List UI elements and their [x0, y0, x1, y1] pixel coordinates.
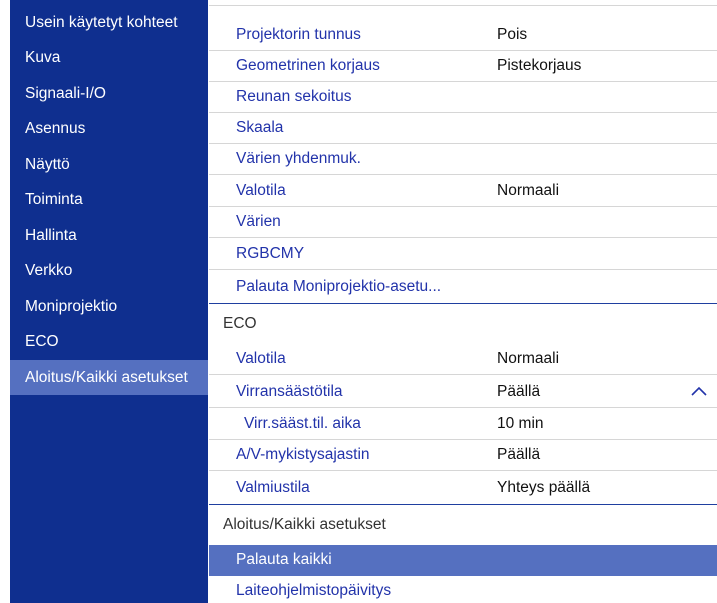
menu-row-scale[interactable]: Skaala — [209, 113, 717, 144]
row-label: Valmiustila — [236, 479, 310, 496]
row-value: Pistekorjaus — [497, 57, 582, 74]
chevron-up-icon[interactable] — [689, 382, 709, 402]
row-label: Valotila — [236, 350, 286, 367]
row-label: Valotila — [236, 182, 286, 199]
sidebar-item-image[interactable]: Kuva — [10, 40, 208, 75]
menu-row-reset-multi-projection[interactable]: Palauta Moniprojektio-asetu... — [209, 272, 717, 303]
row-label: Palauta kaikki — [236, 551, 332, 568]
menu-row-eco-light-mode[interactable]: Valotila Normaali — [209, 344, 717, 375]
menu-row-color-matching[interactable]: Värien yhdenmuk. — [209, 144, 717, 175]
sidebar-item-operation[interactable]: Toiminta — [10, 182, 208, 217]
row-label: Reunan sekoitus — [236, 88, 352, 105]
clipped-section-header — [209, 0, 717, 6]
menu-row-av-mute-timer[interactable]: A/V-mykistysajastin Päällä — [209, 440, 717, 471]
row-label: Virransäästötila — [236, 383, 343, 400]
row-label: Geometrinen korjaus — [236, 57, 380, 74]
section-header-initial-all-settings: Aloitus/Kaikki asetukset — [209, 504, 717, 545]
section-title: ECO — [223, 315, 257, 332]
menu-row-geometry-correction[interactable]: Geometrinen korjaus Pistekorjaus — [209, 51, 717, 82]
row-label: Projektorin tunnus — [236, 26, 361, 43]
sidebar-item-display[interactable]: Näyttö — [10, 147, 208, 182]
sidebar-item-signal-io[interactable]: Signaali-I/O — [10, 76, 208, 111]
row-value: Päällä — [497, 446, 541, 463]
sidebar-item-multi-projection[interactable]: Moniprojektio — [10, 289, 208, 324]
menu-row-standby-mode[interactable]: Valmiustila Yhteys päällä — [209, 473, 717, 504]
row-value: Päällä — [497, 383, 541, 400]
menu-row-sleep-mode-time[interactable]: Virr.sääst.til. aika 10 min — [209, 409, 717, 440]
row-value: Normaali — [497, 182, 560, 199]
sidebar-item-frequently-used[interactable]: Usein käytetyt kohteet — [10, 5, 208, 40]
menu-row-firmware-update[interactable]: Laiteohjelmistopäivitys — [209, 576, 717, 603]
menu-row-sleep-mode[interactable]: Virransäästötila Päällä — [209, 377, 717, 408]
section-title: Aloitus/Kaikki asetukset — [223, 516, 386, 533]
row-value: 10 min — [497, 415, 544, 432]
section-header-eco: ECO — [209, 303, 717, 344]
settings-panel: Projektorin tunnus Pois Geometrinen korj… — [209, 0, 717, 603]
menu-row-colors[interactable]: Värien — [209, 207, 717, 238]
row-label: Laiteohjelmistopäivitys — [236, 582, 392, 599]
menu-row-reset-all[interactable]: Palauta kaikki — [209, 545, 717, 576]
menu-row-edge-blending[interactable]: Reunan sekoitus — [209, 82, 717, 113]
row-label: Värien yhdenmuk. — [236, 150, 361, 167]
sidebar-item-management[interactable]: Hallinta — [10, 218, 208, 253]
row-label: RGBCMY — [236, 245, 305, 262]
sidebar-item-initial-all-settings[interactable]: Aloitus/Kaikki asetukset — [10, 360, 208, 395]
row-value: Yhteys päällä — [497, 479, 591, 496]
row-label: Palauta Moniprojektio-asetu... — [236, 278, 442, 295]
sidebar: Usein käytetyt kohteet Kuva Signaali-I/O… — [10, 0, 208, 603]
row-label: A/V-mykistysajastin — [236, 446, 370, 463]
row-label: Värien — [236, 213, 281, 230]
menu-row-light-mode[interactable]: Valotila Normaali — [209, 176, 717, 207]
menu-row-projector-id[interactable]: Projektorin tunnus Pois — [209, 20, 717, 51]
menu-row-rgbcmy[interactable]: RGBCMY — [209, 239, 717, 270]
row-value: Normaali — [497, 350, 560, 367]
sidebar-item-installation[interactable]: Asennus — [10, 111, 208, 146]
row-label: Skaala — [236, 119, 284, 136]
row-label: Virr.sääst.til. aika — [244, 415, 361, 432]
sidebar-item-network[interactable]: Verkko — [10, 253, 208, 288]
row-value: Pois — [497, 26, 528, 43]
sidebar-item-eco[interactable]: ECO — [10, 324, 208, 359]
